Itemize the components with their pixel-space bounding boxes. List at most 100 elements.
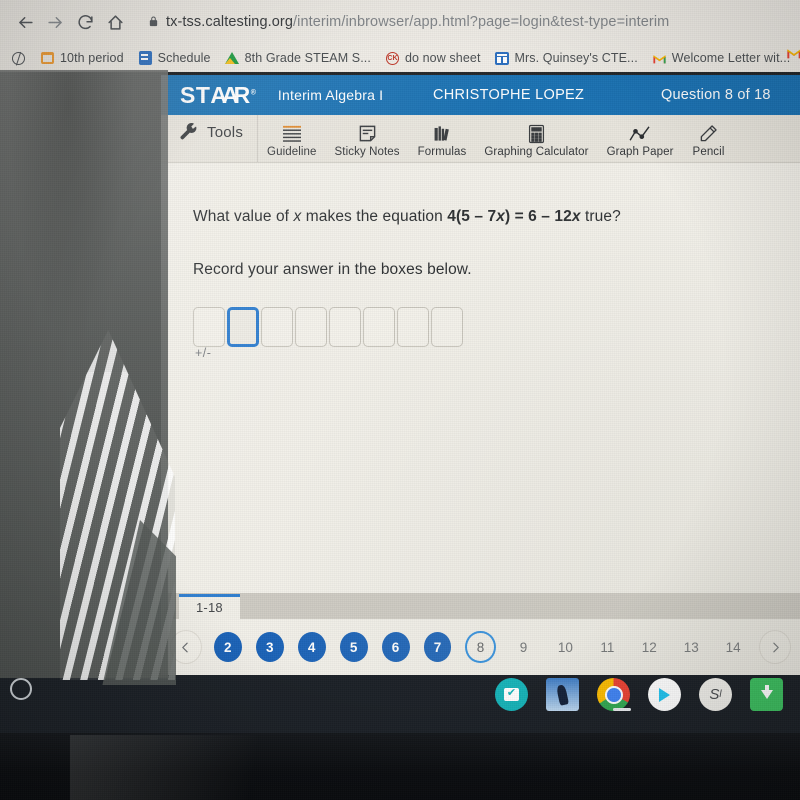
tool-sticky-notes[interactable]: Sticky Notes	[326, 123, 409, 162]
browser-toolbar: tx-tss.caltesting.org/interim/inbrowser/…	[0, 0, 800, 44]
pager-item-12[interactable]: 12	[635, 632, 663, 662]
sticky-note-icon	[358, 123, 377, 144]
google-classroom-icon[interactable]	[495, 678, 528, 711]
chrome-icon[interactable]	[597, 678, 630, 711]
tool-pencil[interactable]: Pencil	[683, 123, 735, 162]
answer-box[interactable]	[397, 306, 429, 347]
shelf-icon-row: Sl	[495, 678, 783, 711]
answer-box[interactable]	[261, 306, 293, 347]
answer-box-sign[interactable]	[193, 306, 225, 347]
chevron-left-icon[interactable]	[170, 630, 202, 664]
pager-item-13[interactable]: 13	[677, 632, 705, 662]
answer-box[interactable]	[363, 306, 395, 347]
pager-item-14[interactable]: 14	[719, 632, 747, 662]
tool-graph-paper[interactable]: Graph Paper	[598, 123, 683, 162]
tools-label: Tools	[207, 123, 244, 141]
bookmark-label: do now sheet	[404, 51, 481, 65]
bookmark-8th-grade-steam[interactable]: 8th Grade STEAM S...	[218, 46, 378, 70]
test-subject: Interim Algebra I	[277, 87, 384, 103]
pager-item-11[interactable]: 11	[593, 632, 621, 662]
answer-area: +/-	[193, 306, 800, 360]
pager-item-5[interactable]: 5	[339, 632, 368, 662]
address-bar[interactable]: tx-tss.caltesting.org/interim/inbrowser/…	[130, 7, 790, 37]
app-header: STAAR® Interim Algebra I CHRISTOPHE LOPE…	[161, 75, 800, 115]
tools-button[interactable]: Tools	[161, 115, 259, 162]
bookmark-schedule[interactable]: Schedule	[131, 46, 218, 70]
pager-item-9[interactable]: 9	[510, 632, 538, 662]
answer-box[interactable]	[431, 306, 463, 347]
photo-app-icon[interactable]	[546, 678, 579, 711]
books-icon	[433, 123, 452, 144]
tool-guideline[interactable]: Guideline	[258, 123, 326, 162]
url-domain: tx-tss.caltesting.org	[166, 14, 294, 30]
answer-box[interactable]	[295, 306, 327, 347]
wrench-icon	[178, 122, 199, 143]
bookmark-welcome-letter[interactable]: Welcome Letter wit...	[645, 46, 798, 70]
bookmark-10th-period[interactable]: 10th period	[33, 46, 131, 70]
ck-circle-icon: CK	[385, 51, 400, 66]
tool-label: Pencil	[692, 146, 725, 158]
pager-item-6[interactable]: 6	[381, 632, 410, 662]
logo-suffix: R	[233, 81, 251, 108]
bookmark-label: Mrs. Quinsey's CTE...	[514, 51, 638, 65]
pager-item-4[interactable]: 4	[297, 632, 326, 662]
equation-variable-1: x	[496, 208, 505, 225]
arrow-right-icon[interactable]	[40, 7, 70, 37]
tool-label: Formulas	[417, 146, 467, 158]
green-download-icon[interactable]	[750, 678, 783, 711]
question-panel: What value of x makes the equation 4(5 –…	[161, 163, 800, 593]
tool-label: Graphing Calculator	[484, 146, 589, 158]
logo-prefix: ST	[180, 81, 211, 108]
gmail-icon-partial[interactable]	[786, 46, 800, 59]
bookmark-label: 8th Grade STEAM S...	[244, 51, 371, 65]
tool-label: Graph Paper	[606, 146, 674, 158]
home-icon[interactable]	[100, 7, 130, 37]
pager-item-7[interactable]: 7	[423, 632, 452, 662]
sign-label: +/-	[195, 345, 212, 360]
prompt-part-1: What value of	[193, 208, 294, 225]
tool-formulas[interactable]: Formulas	[409, 123, 476, 162]
bookmark-label: Schedule	[157, 51, 211, 65]
tool-graphing-calculator[interactable]: Graphing Calculator	[475, 123, 597, 162]
tab-1-18[interactable]: 1-18	[179, 594, 240, 619]
question-range-tabstrip: 1-18	[161, 593, 800, 619]
question-prompt: What value of x makes the equation 4(5 –…	[193, 207, 800, 228]
pencil-icon	[699, 123, 718, 144]
url-text: tx-tss.caltesting.org/interim/inbrowser/…	[166, 14, 669, 30]
globe-icon	[11, 51, 26, 66]
answer-boxes	[193, 306, 800, 347]
google-play-icon[interactable]	[648, 678, 681, 711]
question-counter: Question 8 of 18	[661, 87, 771, 103]
launcher-circle-icon[interactable]	[10, 678, 32, 700]
answer-box[interactable]	[329, 306, 361, 347]
answer-box-active[interactable]	[227, 306, 259, 347]
sp-app-icon[interactable]: Sl	[699, 678, 732, 711]
google-classroom-icon	[495, 51, 510, 66]
browser-chrome: tx-tss.caltesting.org/interim/inbrowser/…	[0, 0, 800, 72]
bookmark-mrs-quinseys-cte[interactable]: Mrs. Quinsey's CTE...	[488, 46, 645, 70]
student-name: CHRISTOPHE LOPEZ	[433, 87, 585, 103]
bookmarks-bar: 10th period Schedule 8th Grade STEAM S..…	[0, 44, 800, 72]
chevron-right-icon[interactable]	[759, 630, 791, 664]
pager-item-10[interactable]: 10	[551, 632, 579, 662]
logo-aa: AA	[210, 81, 238, 108]
equation-middle: ) = 6 – 12	[504, 208, 572, 225]
arrow-left-icon[interactable]	[10, 7, 40, 37]
trademark-mark: ®	[250, 88, 256, 96]
lock-icon	[148, 15, 159, 30]
app-toolbar: Tools Guideline Sticky Notes Formulas Gr…	[161, 115, 800, 163]
pager-item-2[interactable]: 2	[213, 632, 242, 662]
blue-doc-icon	[138, 51, 153, 66]
bookmark-globe[interactable]	[4, 46, 33, 70]
pager-item-8-current[interactable]: 8	[465, 631, 496, 663]
prompt-part-2: makes the equation	[301, 208, 448, 225]
reload-icon[interactable]	[70, 7, 100, 37]
equation-coefficient: 4(5 – 7	[447, 208, 497, 225]
pager-item-3[interactable]: 3	[255, 632, 284, 662]
chrome-active-indicator	[613, 708, 631, 711]
bookmark-do-now-sheet[interactable]: CK do now sheet	[378, 46, 488, 70]
tool-label: Sticky Notes	[334, 146, 400, 158]
google-drive-icon	[225, 51, 240, 66]
staar-test-app: STAAR® Interim Algebra I CHRISTOPHE LOPE…	[161, 75, 800, 675]
prompt-part-3: true?	[580, 208, 621, 225]
